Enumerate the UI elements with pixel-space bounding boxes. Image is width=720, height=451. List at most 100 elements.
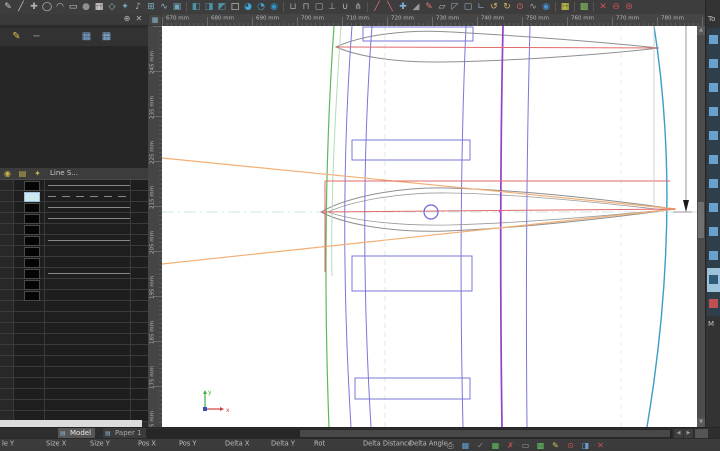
toolbar-icon[interactable]: ◩ [216, 1, 228, 13]
toolbar-icon[interactable]: ◠ [54, 1, 66, 13]
layer-row[interactable] [0, 323, 148, 334]
layer-row[interactable] [0, 356, 148, 367]
toolbar-icon[interactable]: ◔ [255, 1, 267, 13]
toolbar-icon[interactable]: ● [80, 1, 92, 13]
duplicate-layer-icon[interactable]: ▦ [100, 30, 113, 43]
toolbar-icon[interactable]: ▢ [462, 1, 474, 13]
right-panel-item[interactable] [707, 148, 720, 172]
toolbar-icon[interactable]: ▱ [436, 1, 448, 13]
toolbar-icon[interactable]: ∪ [339, 1, 351, 13]
layer-row[interactable] [0, 235, 148, 246]
toolbar-icon[interactable]: ✎ [2, 1, 14, 13]
toolbar-icon[interactable]: ⊙ [514, 1, 526, 13]
layer-row[interactable] [0, 268, 148, 279]
layer-row[interactable] [0, 191, 148, 202]
scroll-left-button[interactable]: ◀ [674, 429, 683, 438]
toolbar-icon[interactable]: ♪ [132, 1, 144, 13]
scroll-right-button[interactable]: ▶ [684, 429, 693, 438]
drawing-canvas[interactable]: xy [162, 26, 697, 427]
layer-color-swatch[interactable] [24, 214, 40, 224]
vertical-scrollbar[interactable]: ▲ ▼ [697, 26, 705, 427]
layer-row[interactable] [0, 400, 148, 411]
scroll-down-button[interactable]: ▼ [697, 418, 705, 427]
layer-row[interactable] [0, 389, 148, 400]
layer-color-swatch[interactable] [24, 203, 40, 213]
layer-color-swatch[interactable] [24, 192, 40, 202]
toolbar-icon[interactable]: ╲ [384, 1, 396, 13]
toolbar-icon[interactable]: □ [229, 1, 241, 13]
print-column-icon[interactable]: ✦ [32, 168, 43, 179]
toolbar-icon[interactable]: ╱ [15, 1, 27, 13]
right-panel-item[interactable] [707, 28, 720, 52]
toolbar-icon[interactable]: ╱ [371, 1, 383, 13]
toolbar-icon[interactable]: ✎ [423, 1, 435, 13]
toolbar-icon[interactable]: ▢ [313, 1, 325, 13]
toolbar-icon[interactable]: ∿ [158, 1, 170, 13]
layer-row[interactable] [0, 213, 148, 224]
layer-row[interactable] [0, 378, 148, 389]
toolbar-icon[interactable]: ↺ [488, 1, 500, 13]
toolbar-icon[interactable]: ✚ [397, 1, 409, 13]
toolbar-icon[interactable]: ⊥ [326, 1, 338, 13]
ruler-corner-button[interactable]: ▦ [148, 14, 162, 26]
right-panel-item[interactable] [707, 52, 720, 76]
toolbar-icon[interactable]: ∟ [475, 1, 487, 13]
right-panel-item[interactable] [707, 196, 720, 220]
layer-row[interactable] [0, 301, 148, 312]
right-panel-item[interactable] [707, 292, 720, 316]
toolbar-icon[interactable]: ⊞ [145, 1, 157, 13]
toolbar-icon[interactable]: ▭ [67, 1, 79, 13]
toolbar-icon[interactable]: ◉ [268, 1, 280, 13]
scroll-up-button[interactable]: ▲ [697, 26, 705, 35]
toolbar-icon[interactable]: ▣ [171, 1, 183, 13]
edit-layer-icon[interactable]: ✎ [10, 30, 23, 43]
right-panel-item[interactable] [707, 172, 720, 196]
layer-color-swatch[interactable] [24, 181, 40, 191]
close-icon[interactable]: ✕ [134, 14, 144, 24]
layer-color-swatch[interactable] [24, 258, 40, 268]
toolbar-icon[interactable]: ⋔ [352, 1, 364, 13]
right-panel-item-selected[interactable] [707, 268, 720, 292]
add-layer-icon[interactable]: ▦ [80, 30, 93, 43]
layer-row[interactable] [0, 334, 148, 345]
toolbar-icon[interactable]: ◸ [449, 1, 461, 13]
toolbar-icon[interactable]: ✕ [597, 1, 609, 13]
right-panel-item[interactable] [707, 76, 720, 100]
layer-color-swatch[interactable] [24, 225, 40, 235]
toolbar-icon[interactable]: ◯ [41, 1, 53, 13]
layer-color-swatch[interactable] [24, 269, 40, 279]
lock-column-icon[interactable]: ▤ [17, 168, 28, 179]
toolbar-icon[interactable]: ◇ [106, 1, 118, 13]
toolbar-icon[interactable]: ▩ [578, 1, 590, 13]
toolbar-icon[interactable]: ◢ [410, 1, 422, 13]
toolbar-icon[interactable]: ◧ [190, 1, 202, 13]
toolbar-icon[interactable]: ↻ [501, 1, 513, 13]
toolbar-icon[interactable]: ▦ [559, 1, 571, 13]
toolbar-icon[interactable]: ✦ [119, 1, 131, 13]
toolbar-icon[interactable]: ▦ [93, 1, 105, 13]
right-panel-item[interactable] [707, 124, 720, 148]
layer-row[interactable] [0, 246, 148, 257]
layer-color-swatch[interactable] [24, 291, 40, 301]
right-panel-item[interactable] [707, 244, 720, 268]
right-panel-item[interactable] [707, 100, 720, 124]
toolbar-icon[interactable]: ◉ [540, 1, 552, 13]
horizontal-scroll-thumb[interactable] [300, 430, 670, 437]
toolbar-icon[interactable]: ⊔ [287, 1, 299, 13]
layer-row[interactable] [0, 290, 148, 301]
toolbar-icon[interactable]: ∿ [527, 1, 539, 13]
layer-row[interactable] [0, 180, 148, 191]
layer-row[interactable] [0, 224, 148, 235]
pin-icon[interactable]: ⊕ [122, 14, 132, 24]
layer-row[interactable] [0, 257, 148, 268]
toolbar-icon[interactable]: ⊓ [300, 1, 312, 13]
layer-row[interactable] [0, 367, 148, 378]
toolbar-icon[interactable]: ◨ [203, 1, 215, 13]
layer-row[interactable] [0, 202, 148, 213]
horizontal-scrollbar[interactable] [140, 429, 672, 438]
toolbar-icon[interactable]: ⊜ [623, 1, 635, 13]
layer-color-swatch[interactable] [24, 247, 40, 257]
toolbar-icon[interactable]: ⊖ [610, 1, 622, 13]
layer-color-swatch[interactable] [24, 280, 40, 290]
layers-panel-scrollbar[interactable] [0, 420, 142, 427]
